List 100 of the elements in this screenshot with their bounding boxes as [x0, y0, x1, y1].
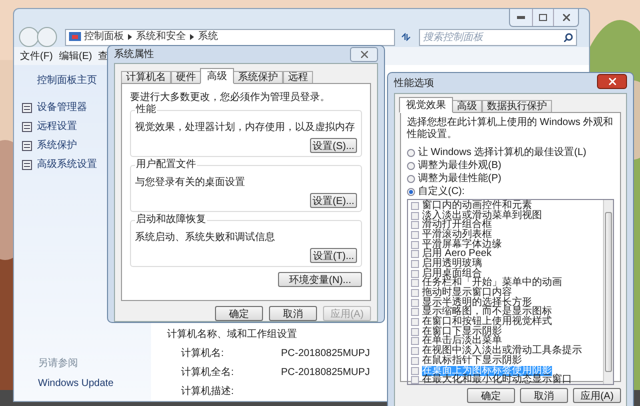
settings-button[interactable]: 设置(E)...: [310, 193, 357, 208]
field-value: PC-20180825MUPJ: [281, 366, 370, 380]
close-icon: [562, 14, 570, 21]
search-input: 搜索控制面板: [423, 30, 553, 44]
checkbox-label[interactable]: 平滑滚动列表框: [422, 230, 492, 240]
section-heading: 计算机名称、域和工作组设置: [167, 328, 297, 342]
radio-label: 自定义(C):: [418, 186, 465, 198]
menu-item[interactable]: 文件(F): [20, 48, 53, 64]
group-description: 与您登录有关的桌面设置: [135, 176, 246, 190]
radio-button[interactable]: [407, 174, 415, 182]
breadcrumb-item[interactable]: 系统和安全: [136, 31, 186, 43]
see-also-heading: 另请参阅: [38, 356, 79, 371]
close-button[interactable]: [350, 47, 378, 62]
search-field[interactable]: 搜索控制面板: [419, 28, 577, 46]
dialog-button[interactable]: 确定: [467, 388, 515, 403]
window-icon: [22, 122, 32, 132]
checkbox-label[interactable]: 窗口内的动画控件和元素: [422, 200, 532, 211]
checkbox[interactable]: [411, 212, 419, 220]
dialog-button[interactable]: 取消: [269, 306, 317, 321]
checkbox-label[interactable]: 平滑屏幕字体边缘: [422, 240, 502, 250]
radio-label: 让 Windows 选择计算机的最佳设置(L): [418, 146, 586, 158]
radio-label: 调整为最佳性能(P): [418, 172, 502, 184]
field-label: 计算机名:: [181, 346, 225, 361]
maximize-icon: [539, 14, 547, 21]
menu-item[interactable]: 查: [98, 48, 108, 64]
radio-button[interactable]: [407, 188, 415, 196]
settings-button[interactable]: 设置(S)...: [310, 138, 357, 153]
checkbox[interactable]: [411, 308, 419, 316]
window-icon: [22, 140, 32, 150]
back-button[interactable]: [19, 27, 39, 47]
refresh-icon: [401, 33, 411, 41]
checkbox[interactable]: [411, 289, 419, 298]
minimize-icon: [517, 16, 525, 19]
checkbox-label[interactable]: 启用透明玻璃: [422, 258, 482, 269]
field-label: 计算机全名:: [181, 366, 235, 380]
checkbox[interactable]: [411, 347, 419, 356]
checkbox[interactable]: [411, 337, 419, 346]
group-description: 系统启动、系统失败和调试信息: [135, 230, 276, 245]
dialog-button[interactable]: 应用(A): [573, 388, 621, 403]
checkbox[interactable]: [411, 279, 419, 288]
checkbox[interactable]: [411, 260, 419, 268]
dialog-title: 性能选项: [394, 76, 434, 90]
scrollbar[interactable]: [603, 200, 613, 384]
close-icon: [608, 78, 616, 84]
radio-button[interactable]: [407, 162, 415, 170]
tab[interactable]: 远程: [283, 71, 313, 84]
breadcrumb-item[interactable]: 控制面板: [84, 31, 124, 43]
breadcrumb-item[interactable]: 系统: [198, 31, 218, 43]
window-icon: [22, 160, 32, 170]
forward-button[interactable]: [37, 27, 57, 47]
checkbox-label[interactable]: 启用桌面组合: [422, 268, 482, 279]
sidebar-link[interactable]: 远程设置: [37, 119, 77, 134]
menu-item[interactable]: 编辑(E): [58, 48, 92, 64]
tab[interactable]: 高级: [200, 68, 234, 84]
group-title: 用户配置文件: [135, 160, 197, 170]
sidebar-link[interactable]: 高级系统设置: [37, 157, 97, 172]
sidebar-link[interactable]: 设备管理器: [37, 100, 87, 115]
control-panel-icon: [69, 32, 81, 42]
radio-label: 调整为最佳外观(B): [418, 160, 502, 172]
scrollbar-thumb[interactable]: [605, 212, 612, 372]
checkbox[interactable]: [411, 318, 419, 326]
close-button[interactable]: [597, 74, 627, 88]
checkbox[interactable]: [411, 230, 419, 239]
checkbox[interactable]: [411, 270, 419, 278]
checkbox[interactable]: [411, 366, 419, 375]
field-value: PC-20180825MUPJ: [281, 347, 370, 361]
checkbox[interactable]: [411, 202, 419, 210]
checkbox[interactable]: [411, 328, 419, 336]
tab[interactable]: 系统保护: [233, 71, 283, 84]
search-icon: [564, 32, 573, 42]
radio-button[interactable]: [407, 148, 415, 156]
chevron-icon[interactable]: [128, 34, 132, 40]
sidebar-link[interactable]: Windows Update: [38, 376, 151, 391]
checkbox[interactable]: [411, 240, 419, 249]
checkbox[interactable]: [411, 250, 419, 258]
dialog-title: 系统属性: [114, 48, 154, 62]
checkbox-label[interactable]: 在最大化和最小化时动态显示窗口: [422, 375, 572, 386]
tab[interactable]: 计算机名: [121, 71, 171, 84]
checkbox[interactable]: [411, 356, 419, 365]
settings-button[interactable]: 设置(T)...: [310, 248, 357, 263]
sidebar-link[interactable]: 系统保护: [37, 138, 77, 153]
checkbox[interactable]: [411, 298, 419, 307]
window-icon: [22, 102, 32, 112]
maximize-button[interactable]: [532, 9, 554, 26]
chevron-icon[interactable]: [190, 34, 194, 40]
checkbox[interactable]: [411, 221, 419, 230]
close-icon: [360, 51, 368, 58]
dialog-button[interactable]: 取消: [520, 388, 568, 403]
tab[interactable]: 数据执行保护: [482, 100, 552, 113]
field-label: 计算机描述:: [181, 384, 235, 399]
dialog-button[interactable]: 确定: [215, 306, 263, 321]
intro-text: 选择您想在此计算机上使用的 Windows 外观和性能设置。: [407, 117, 614, 141]
environment-variables-button[interactable]: 环境变量(N)...: [278, 272, 362, 287]
group-description: 视觉效果，处理器计划，内存使用，以及虚拟内存: [135, 120, 356, 135]
address-bar[interactable]: 控制面板 系统和安全 系统: [65, 28, 395, 46]
group-title: 启动和故障恢复: [135, 215, 207, 225]
admin-notice: 要进行大多数更改，您必须作为管理员登录。: [130, 90, 331, 104]
tab[interactable]: 视觉效果: [399, 97, 453, 113]
checkbox-label[interactable]: 在鼠标指针下显示阴影: [422, 356, 522, 366]
checkbox[interactable]: [411, 376, 419, 384]
